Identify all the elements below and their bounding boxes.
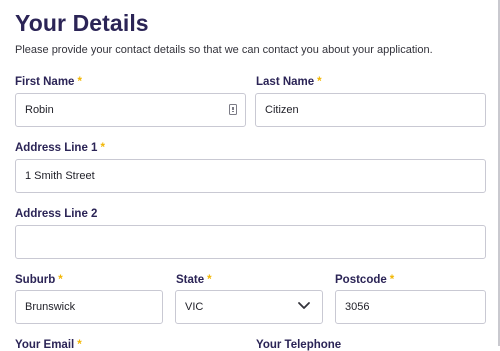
address-line-2-label: Address Line 2	[15, 208, 97, 220]
first-name-value: Robin	[25, 104, 54, 116]
telephone-label-text: Your Telephone	[256, 339, 342, 351]
postcode-label-text: Postcode	[335, 274, 387, 286]
suburb-label-text: Suburb	[15, 274, 56, 286]
suburb-input[interactable]: Brunswick	[15, 290, 163, 324]
last-name-label-text: Last Name	[256, 76, 315, 88]
required-marker: *	[77, 339, 82, 351]
address-line-1-label-text: Address Line 1	[15, 142, 98, 154]
address-line-1-value: 1 Smith Street	[25, 170, 95, 182]
last-name-label: Last Name *	[256, 76, 322, 88]
address-line-2-input[interactable]	[15, 225, 486, 259]
autofill-contact-icon[interactable]	[229, 104, 237, 115]
first-name-input[interactable]: Robin	[15, 93, 246, 127]
state-label: State *	[176, 274, 212, 286]
postcode-value: 3056	[345, 301, 370, 313]
last-name-input[interactable]: Citizen	[255, 93, 486, 127]
suburb-value: Brunswick	[25, 301, 76, 313]
email-label: Your Email *	[15, 339, 82, 351]
postcode-label: Postcode *	[335, 274, 394, 286]
first-name-label-text: First Name	[15, 76, 75, 88]
first-name-label: First Name *	[15, 76, 82, 88]
required-marker: *	[389, 274, 395, 286]
page-title: Your Details	[15, 10, 149, 36]
last-name-value: Citizen	[265, 104, 299, 116]
address-line-2-label-text: Address Line 2	[15, 208, 98, 220]
required-marker: *	[317, 76, 322, 88]
state-value: VIC	[185, 301, 204, 313]
address-line-1-label: Address Line 1 *	[15, 142, 105, 154]
postcode-input[interactable]: 3056	[335, 290, 486, 324]
required-marker: *	[100, 142, 105, 154]
suburb-label: Suburb *	[15, 274, 63, 286]
state-label-text: State	[176, 274, 205, 286]
page-subtitle: Please provide your contact details so t…	[15, 44, 433, 56]
state-select[interactable]: VIC	[175, 290, 323, 324]
telephone-label: Your Telephone	[256, 339, 341, 351]
email-label-text: Your Email	[15, 339, 75, 351]
required-marker: *	[58, 274, 63, 286]
address-line-1-input[interactable]: 1 Smith Street	[15, 159, 486, 193]
required-marker: *	[207, 274, 212, 286]
required-marker: *	[77, 76, 82, 88]
chevron-down-icon	[298, 302, 310, 309]
